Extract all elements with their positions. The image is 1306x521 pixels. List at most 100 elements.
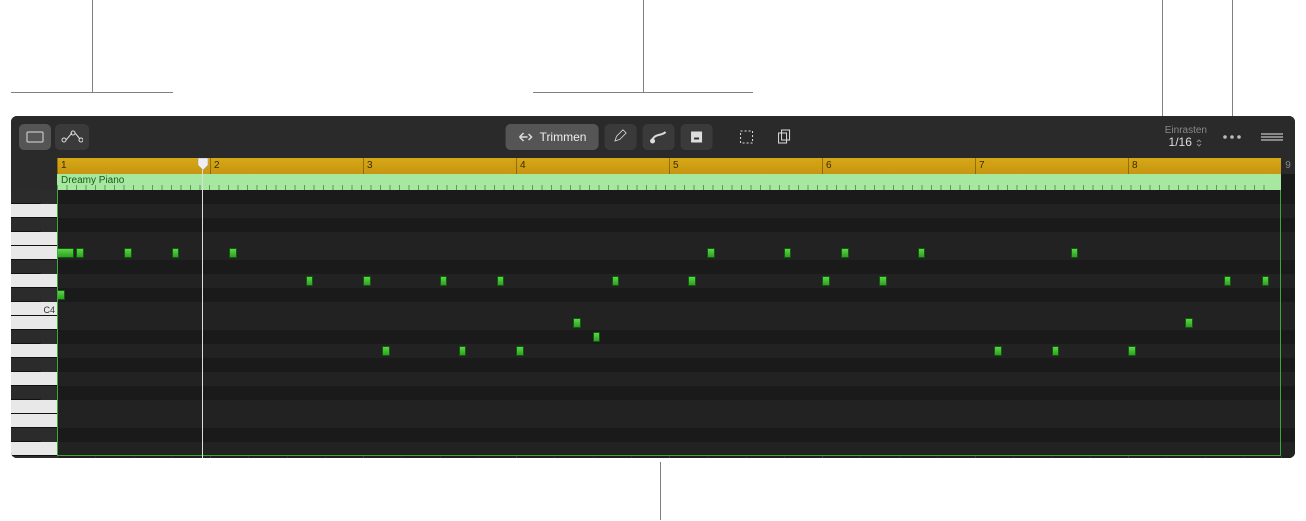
midi-note[interactable] (612, 276, 620, 286)
notes-view-button[interactable] (19, 124, 51, 150)
key-white[interactable] (11, 316, 57, 330)
pencil-tool-button[interactable] (604, 124, 636, 150)
note-row[interactable] (57, 190, 1295, 204)
note-row[interactable] (57, 372, 1295, 386)
note-row[interactable] (57, 344, 1295, 358)
note-row[interactable] (57, 218, 1295, 232)
midi-note[interactable] (707, 248, 715, 258)
key-black[interactable] (11, 260, 41, 274)
note-row[interactable] (57, 442, 1295, 456)
piano-keyboard[interactable]: C4 (11, 158, 57, 458)
ruler-bar-5[interactable]: 5 (669, 158, 822, 174)
snap-menu[interactable]: Einrasten 1/16 (1165, 125, 1207, 149)
ruler-bar-4[interactable]: 4 (516, 158, 669, 174)
note-row[interactable] (57, 302, 1295, 316)
key-white[interactable] (11, 372, 57, 386)
ruler-bar-1[interactable]: 1 (57, 158, 210, 174)
key-black[interactable] (11, 386, 41, 400)
midi-note[interactable] (229, 248, 237, 258)
note-row[interactable] (57, 414, 1295, 428)
midi-note[interactable] (688, 276, 696, 286)
playhead[interactable] (202, 158, 203, 458)
bar-ruler[interactable]: 9 12345678 (57, 158, 1295, 174)
midi-note[interactable] (1071, 248, 1079, 258)
midi-note[interactable] (1128, 346, 1136, 356)
midi-note[interactable] (994, 346, 1002, 356)
note-row[interactable] (57, 386, 1295, 400)
note-row[interactable] (57, 274, 1295, 288)
key-white[interactable] (11, 246, 57, 260)
midi-note[interactable] (1052, 346, 1060, 356)
key-white[interactable]: C4 (11, 302, 57, 316)
more-menu-button[interactable] (1217, 124, 1247, 150)
key-white[interactable] (11, 442, 57, 456)
drag-handle-icon (1261, 132, 1283, 142)
ruler-bar-7[interactable]: 7 (975, 158, 1128, 174)
midi-note[interactable] (382, 346, 390, 356)
key-white[interactable] (11, 274, 57, 288)
snap-value: 1/16 (1169, 135, 1192, 149)
midi-note[interactable] (497, 276, 505, 286)
ruler-bar-6[interactable]: 6 (822, 158, 975, 174)
midi-note[interactable] (440, 276, 448, 286)
region-header[interactable]: Dreamy Piano (57, 174, 1281, 190)
midi-note[interactable] (841, 248, 849, 258)
copy-tool-button[interactable] (768, 124, 800, 150)
ruler-bar-3[interactable]: 3 (363, 158, 516, 174)
key-black[interactable] (11, 358, 41, 372)
key-white[interactable] (11, 232, 57, 246)
note-row[interactable] (57, 358, 1295, 372)
callout-line (533, 92, 753, 93)
trim-button[interactable]: Trimmen (506, 124, 599, 150)
marquee-tool-button[interactable] (730, 124, 762, 150)
midi-note[interactable] (918, 248, 926, 258)
note-row[interactable] (57, 316, 1295, 330)
note-row[interactable] (57, 288, 1295, 302)
key-black[interactable] (11, 428, 41, 442)
key-label: C4 (43, 305, 55, 315)
midi-note[interactable] (784, 248, 792, 258)
midi-note[interactable] (516, 346, 524, 356)
more-icon (1222, 134, 1242, 140)
brush-tool-button[interactable] (642, 124, 674, 150)
key-white[interactable] (11, 204, 57, 218)
midi-note[interactable] (573, 318, 581, 328)
note-row[interactable] (57, 330, 1295, 344)
midi-note[interactable] (1224, 276, 1232, 286)
note-row[interactable] (57, 232, 1295, 246)
velocity-tool-button[interactable] (680, 124, 712, 150)
note-row[interactable] (57, 400, 1295, 414)
key-black[interactable] (11, 288, 41, 302)
midi-note[interactable] (822, 276, 830, 286)
ruler-bar-8[interactable]: 8 (1128, 158, 1281, 174)
note-row[interactable] (57, 260, 1295, 274)
midi-note[interactable] (879, 276, 887, 286)
note-row[interactable] (57, 428, 1295, 442)
key-white[interactable] (11, 400, 57, 414)
grid-area[interactable]: 9 12345678 Dreamy Piano (57, 158, 1295, 458)
note-row[interactable] (57, 204, 1295, 218)
midi-note[interactable] (172, 248, 180, 258)
note-grid[interactable] (57, 190, 1295, 458)
midi-note[interactable] (1185, 318, 1193, 328)
midi-note[interactable] (76, 248, 84, 258)
note-row[interactable] (57, 246, 1295, 260)
key-black[interactable] (11, 330, 41, 344)
midi-note[interactable] (57, 290, 65, 300)
key-black[interactable] (11, 190, 41, 204)
midi-note[interactable] (306, 276, 314, 286)
key-white[interactable] (11, 344, 57, 358)
key-white[interactable] (11, 414, 57, 428)
midi-note[interactable] (124, 248, 132, 258)
ruler-bar-2[interactable]: 2 (210, 158, 363, 174)
toolbar: Trimmen Einrasten 1/16 (11, 116, 1295, 158)
automation-view-button[interactable] (55, 124, 89, 150)
midi-note[interactable] (593, 332, 601, 342)
midi-note[interactable] (57, 248, 74, 258)
key-black[interactable] (11, 218, 41, 232)
midi-note[interactable] (1262, 276, 1270, 286)
midi-note[interactable] (459, 346, 467, 356)
resize-handle[interactable] (1257, 124, 1287, 150)
playhead-marker[interactable] (197, 158, 209, 171)
midi-note[interactable] (363, 276, 371, 286)
